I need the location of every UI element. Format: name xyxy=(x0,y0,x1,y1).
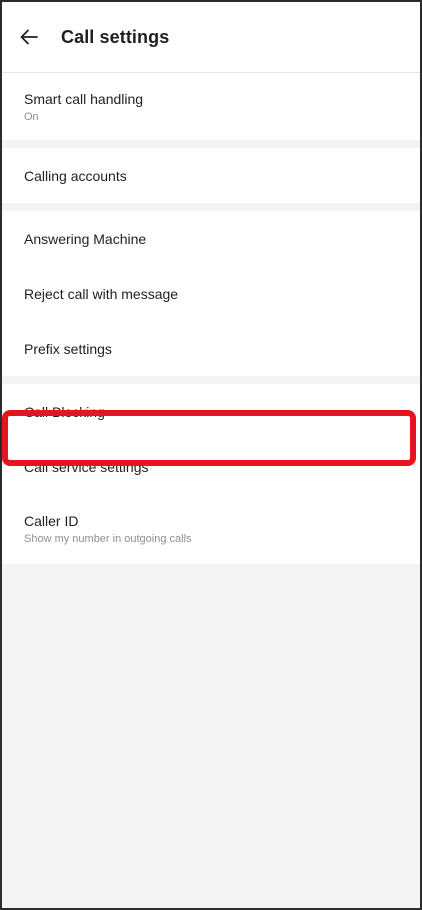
phone-screen: Call settings Smart call handling On Cal… xyxy=(0,0,422,910)
call-service-settings-item[interactable]: Call service settings xyxy=(2,439,420,494)
prefix-settings-label: Prefix settings xyxy=(24,340,112,357)
reject-call-with-message-label: Reject call with message xyxy=(24,285,179,302)
section-divider xyxy=(2,140,420,148)
section-divider xyxy=(2,376,420,384)
section-divider xyxy=(2,203,420,211)
app-bar: Call settings xyxy=(2,2,420,73)
arrow-left-icon xyxy=(20,29,38,45)
call-blocking-label: Call Blocking xyxy=(24,403,105,420)
caller-id-item[interactable]: Caller ID Show my number in outgoing cal… xyxy=(2,494,420,564)
caller-id-description: Show my number in outgoing calls xyxy=(24,533,192,545)
calling-accounts-label: Calling accounts xyxy=(24,167,127,184)
smart-call-handling-label: Smart call handling xyxy=(24,90,144,107)
answering-machine-label: Answering Machine xyxy=(24,230,147,247)
back-button[interactable] xyxy=(2,2,61,72)
smart-call-handling-status: On xyxy=(24,110,39,123)
page-title: Call settings xyxy=(61,26,170,47)
settings-list: Smart call handling On Calling accounts … xyxy=(2,73,420,564)
calling-accounts-item[interactable]: Calling accounts xyxy=(2,148,420,203)
caller-id-label: Caller ID xyxy=(24,513,79,529)
call-service-settings-label: Call service settings xyxy=(24,458,149,475)
smart-call-handling-item[interactable]: Smart call handling On xyxy=(2,73,420,140)
reject-call-with-message-item[interactable]: Reject call with message xyxy=(2,266,420,321)
call-blocking-item[interactable]: Call Blocking xyxy=(2,384,420,439)
prefix-settings-item[interactable]: Prefix settings xyxy=(2,321,420,376)
answering-machine-item[interactable]: Answering Machine xyxy=(2,211,420,266)
